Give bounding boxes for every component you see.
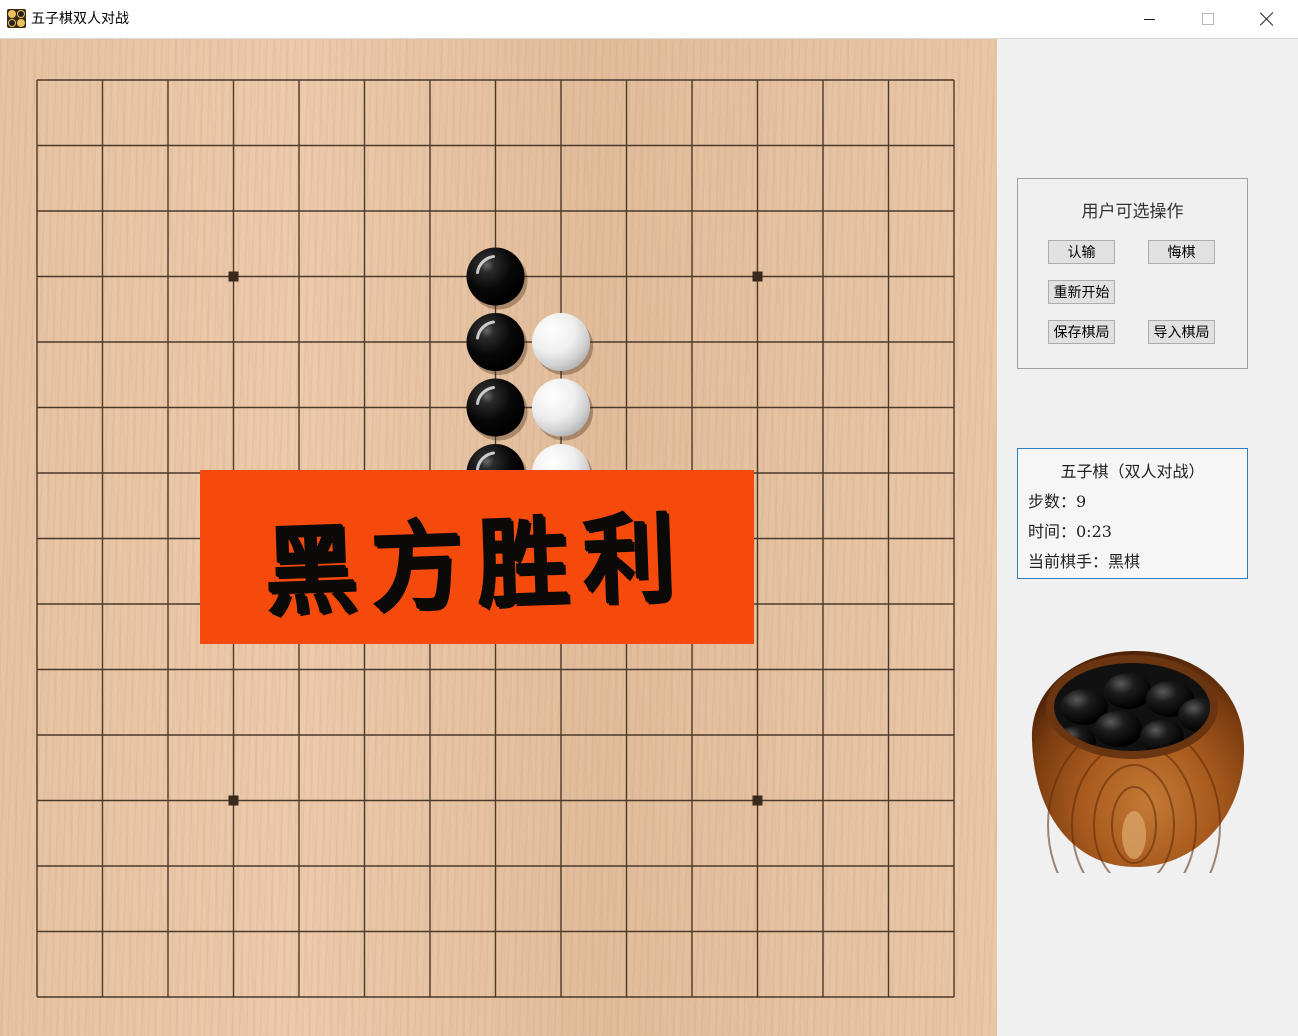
star-point	[752, 271, 763, 282]
game-info-panel: 五子棋（双人对战） 步数：9 时间：0:23 当前棋手：黑棋	[1017, 448, 1248, 579]
save-game-button[interactable]: 保存棋局	[1048, 320, 1115, 344]
close-button[interactable]	[1238, 0, 1296, 38]
stone-bowl-icon	[1031, 651, 1245, 873]
win-banner-text: 黑方胜利	[263, 501, 692, 629]
black-stone	[466, 313, 528, 375]
close-icon	[1260, 12, 1274, 26]
current-player-label: 当前棋手：黑棋	[1028, 552, 1141, 571]
gomoku-board[interactable]: 黑方胜利	[0, 39, 997, 1036]
surrender-button[interactable]: 认输	[1048, 240, 1115, 264]
app-icon	[7, 9, 26, 28]
undo-button[interactable]: 悔棋	[1148, 240, 1215, 264]
white-stone	[532, 313, 593, 375]
restart-button[interactable]: 重新开始	[1048, 280, 1115, 304]
window-title: 五子棋双人对战	[31, 11, 129, 27]
steps-label: 步数：9	[1028, 492, 1087, 511]
minimize-icon	[1143, 18, 1155, 20]
star-point	[228, 271, 239, 282]
info-title: 五子棋（双人对战）	[1060, 462, 1205, 481]
time-label: 时间：0:23	[1028, 522, 1112, 541]
win-banner: 黑方胜利	[200, 470, 754, 644]
title-bar: 五子棋双人对战	[0, 0, 1298, 39]
white-stone	[532, 378, 593, 441]
minimize-button[interactable]	[1120, 0, 1178, 38]
operations-panel: 用户可选操作 认输 悔棋 重新开始 保存棋局 导入棋局	[1017, 178, 1248, 369]
star-point	[228, 795, 239, 806]
black-stone	[466, 378, 528, 441]
black-stone	[466, 247, 528, 310]
star-point	[752, 795, 763, 806]
maximize-icon	[1202, 13, 1214, 25]
maximize-button[interactable]	[1179, 0, 1237, 38]
operations-title: 用户可选操作	[1081, 202, 1184, 222]
load-game-button[interactable]: 导入棋局	[1148, 320, 1215, 344]
